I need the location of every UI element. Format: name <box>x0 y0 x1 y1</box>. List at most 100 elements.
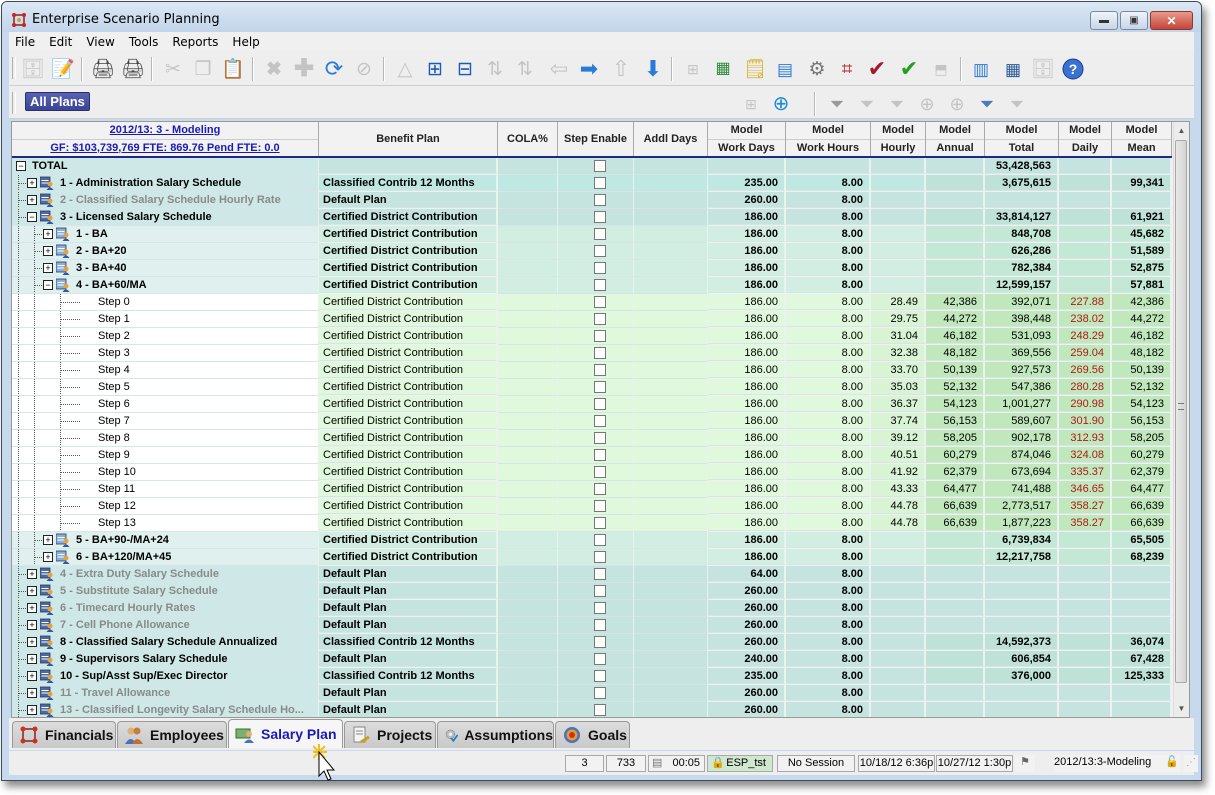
benefit-plan-cell[interactable]: Certified District Contribution <box>319 430 497 446</box>
annual-cell[interactable]: 46,182 <box>926 328 984 344</box>
refresh-icon[interactable]: ⟳ <box>322 57 346 81</box>
column-chooser-icon[interactable]: ▥ <box>969 57 993 81</box>
annual-cell[interactable] <box>926 277 984 293</box>
tree-cell[interactable]: +6 - Timecard Hourly Rates <box>12 600 319 617</box>
cola-cell[interactable] <box>498 583 558 600</box>
addl-cell[interactable] <box>634 413 708 430</box>
step-enable-cell[interactable] <box>558 328 634 345</box>
tab-goals[interactable]: Goals <box>555 721 630 748</box>
mean-cell[interactable]: 65,505 <box>1112 532 1171 548</box>
addl-cell[interactable] <box>634 566 708 583</box>
addl-cell[interactable] <box>634 651 708 668</box>
scenario-link[interactable]: 2012/13: 3 - Modeling <box>110 124 221 136</box>
mean-cell[interactable]: 48,182 <box>1112 345 1171 361</box>
schedule-row[interactable]: +8 - Classified Salary Schedule Annualiz… <box>12 634 1172 651</box>
annual-cell[interactable] <box>926 583 984 599</box>
step-enable-checkbox[interactable] <box>594 194 606 206</box>
schedule-row[interactable]: +1 - Administration Salary Schedule Class… <box>12 175 1172 192</box>
benefit-plan-cell[interactable]: Certified District Contribution <box>319 209 497 225</box>
addl-cell[interactable] <box>634 583 708 600</box>
cola-cell[interactable] <box>498 413 558 430</box>
vertical-scrollbar[interactable]: ▲ ▼ <box>1173 122 1189 717</box>
collapse-icon[interactable]: − <box>43 280 53 290</box>
tree-cell[interactable]: +13 - Classified Longevity Salary Schedu… <box>12 702 319 717</box>
benefit-plan-cell[interactable]: Default Plan <box>319 600 497 616</box>
tree-cell[interactable]: Step 1 <box>12 311 319 328</box>
annual-cell[interactable] <box>926 702 984 717</box>
total-cell[interactable]: 3,675,615 <box>985 175 1058 191</box>
total-cell[interactable]: 531,093 <box>985 328 1058 344</box>
step-enable-cell[interactable] <box>558 396 634 413</box>
hourly-cell[interactable]: 43.33 <box>871 481 925 497</box>
work-days-cell[interactable]: 186.00 <box>708 413 785 429</box>
work-days-cell[interactable]: 186.00 <box>708 328 785 344</box>
step-enable-checkbox[interactable] <box>594 602 606 614</box>
tree-cell[interactable]: +5 - Substitute Salary Schedule <box>12 583 319 600</box>
step-enable-cell[interactable] <box>558 311 634 328</box>
work-hours-cell[interactable]: 8.00 <box>786 396 870 412</box>
benefit-plan-cell[interactable]: Default Plan <box>319 617 497 633</box>
schedule-row[interactable]: +6 - BA+120/MA+45 Certified District Cont… <box>12 549 1172 566</box>
work-days-cell[interactable]: 186.00 <box>708 243 785 259</box>
cola-cell[interactable] <box>498 668 558 685</box>
daily-cell[interactable] <box>1059 175 1111 191</box>
step-row[interactable]: Step 6 Certified District Contribution 186… <box>12 396 1172 413</box>
schedule-row[interactable]: +2 - Classified Salary Schedule Hourly R… <box>12 192 1172 209</box>
step-enable-checkbox[interactable] <box>594 653 606 665</box>
work-days-cell[interactable]: 186.00 <box>708 549 785 565</box>
export-excel-icon[interactable]: ▦ <box>711 57 735 81</box>
daily-cell[interactable] <box>1059 634 1111 650</box>
work-hours-cell[interactable]: 8.00 <box>786 328 870 344</box>
tab-employees[interactable]: Employees <box>117 721 227 748</box>
step-enable-cell[interactable] <box>558 226 634 243</box>
step-row[interactable]: Step 5 Certified District Contribution 186… <box>12 379 1172 396</box>
step-enable-cell[interactable] <box>558 566 634 583</box>
work-days-cell[interactable]: 186.00 <box>708 294 785 310</box>
collapse-icon[interactable]: − <box>16 161 26 171</box>
work-days-cell[interactable]: 186.00 <box>708 481 785 497</box>
cola-cell[interactable] <box>498 158 558 175</box>
hourly-cell[interactable]: 44.78 <box>871 515 925 531</box>
annual-cell[interactable]: 54,123 <box>926 396 984 412</box>
step-enable-cell[interactable] <box>558 532 634 549</box>
mean-cell[interactable]: 66,639 <box>1112 515 1171 531</box>
cola-cell[interactable] <box>498 651 558 668</box>
daily-cell[interactable] <box>1059 651 1111 667</box>
expand-icon[interactable]: + <box>27 671 37 681</box>
step-row[interactable]: Step 4 Certified District Contribution 186… <box>12 362 1172 379</box>
calculator-icon[interactable]: ⊞ <box>739 92 763 116</box>
cola-cell[interactable] <box>498 702 558 717</box>
tree-cell[interactable]: Step 4 <box>12 362 319 379</box>
schedule-row[interactable]: +7 - Cell Phone Allowance Default Plan 260… <box>12 617 1172 634</box>
header-annual[interactable]: Model Annual <box>926 122 985 156</box>
work-days-cell[interactable]: 186.00 <box>708 260 785 276</box>
mean-cell[interactable] <box>1112 583 1171 599</box>
work-days-cell[interactable]: 235.00 <box>708 175 785 191</box>
step-enable-checkbox[interactable] <box>594 619 606 631</box>
step-enable-cell[interactable] <box>558 600 634 617</box>
benefit-plan-cell[interactable]: Certified District Contribution <box>319 328 497 344</box>
benefit-plan-cell[interactable]: Default Plan <box>319 566 497 582</box>
cancel-icon[interactable]: ⊘ <box>352 57 376 81</box>
benefit-plan-cell[interactable]: Classified Contrib 12 Months <box>319 175 497 191</box>
delete-icon[interactable]: ✖ <box>262 57 286 81</box>
work-hours-cell[interactable]: 8.00 <box>786 464 870 480</box>
header-hourly[interactable]: Model Hourly <box>871 122 926 156</box>
annual-cell[interactable]: 66,639 <box>926 515 984 531</box>
step-enable-checkbox[interactable] <box>594 483 606 495</box>
work-hours-cell[interactable]: 8.00 <box>786 617 870 633</box>
daily-cell[interactable]: 335.37 <box>1059 464 1111 480</box>
mean-cell[interactable] <box>1112 192 1171 208</box>
hourly-cell[interactable] <box>871 600 925 616</box>
step-enable-cell[interactable] <box>558 192 634 209</box>
hourly-cell[interactable] <box>871 209 925 225</box>
mean-cell[interactable] <box>1112 566 1171 582</box>
mean-cell[interactable]: 42,386 <box>1112 294 1171 310</box>
step-row[interactable]: Step 8 Certified District Contribution 186… <box>12 430 1172 447</box>
schedule-row[interactable]: − 4 - BA+60/MA Certified District Contribu… <box>12 277 1172 294</box>
expand-icon[interactable]: + <box>27 603 37 613</box>
total-cell[interactable]: 2,773,517 <box>985 498 1058 514</box>
step-enable-checkbox[interactable] <box>594 347 606 359</box>
expand-icon[interactable]: + <box>27 688 37 698</box>
hourly-cell[interactable]: 32.38 <box>871 345 925 361</box>
